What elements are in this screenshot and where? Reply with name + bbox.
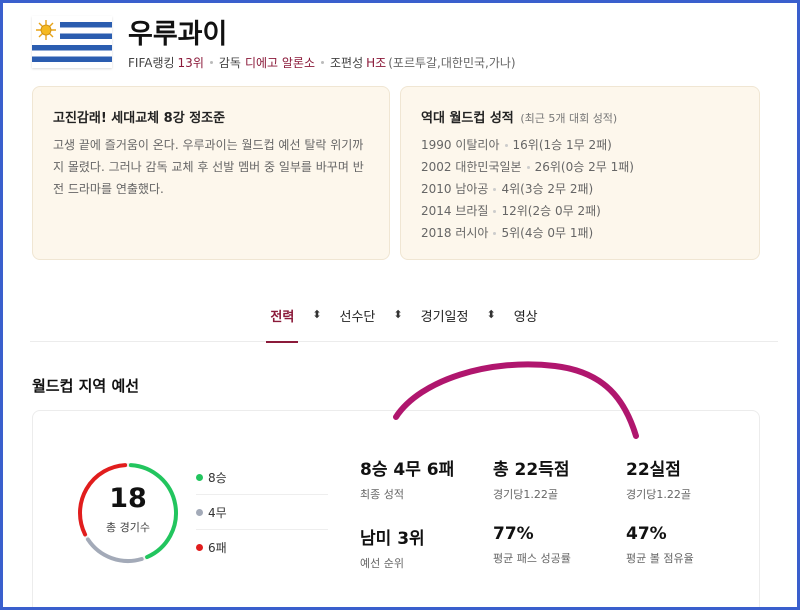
uruguay-flag (32, 16, 112, 68)
stat-label: 예선 순위 (360, 557, 404, 570)
win-dot-icon (196, 473, 203, 481)
history-subtitle: (최근 5개 대회 성적) (520, 112, 618, 125)
sun-of-may-icon (32, 16, 60, 44)
sort-arrows-icon: ⬍ (393, 308, 403, 321)
group-label: 조편성 (330, 56, 364, 70)
stat-value: 총 22득점 (493, 460, 570, 480)
draw-dot-icon (196, 508, 203, 516)
total-games-label: 총 경기수 (106, 521, 150, 534)
total-games-value: 18 (109, 483, 147, 514)
record-result: 4위(3승 2무 2패) (501, 182, 594, 196)
stat-value: 77% (493, 524, 534, 544)
record-event: 2002 대한민국일본 (421, 160, 522, 174)
stat-goals-against: 22실점 경기당1.22골 (626, 455, 746, 502)
group-name: H조 (366, 56, 387, 70)
record-event: 2010 남아공 (421, 182, 489, 196)
summary-card: 고진감래! 세대교체 8강 정조준 고생 끝에 즐거움이 온다. 우루과이는 월… (32, 86, 390, 260)
separator-dot (493, 187, 497, 191)
history-card: 역대 월드컵 성적 (최근 5개 대회 성적) 1990 이탈리아 16위(1승 … (400, 86, 760, 260)
legend-label: 8승 (208, 470, 227, 485)
tab-power[interactable]: 전력 (266, 306, 299, 343)
stat-value: 남미 3위 (360, 529, 425, 549)
stat-goals-for: 총 22득점 경기당1.22골 (493, 455, 613, 502)
separator-dot (493, 231, 497, 235)
history-heading: 역대 월드컵 성적 (최근 5개 대회 성적) (421, 107, 739, 126)
record-result: 16위(1승 1무 2패) (512, 138, 612, 152)
loss-dot-icon (196, 544, 203, 551)
tab-squad[interactable]: 선수단 (336, 306, 380, 342)
separator-dot (493, 209, 497, 213)
fifa-rank-value: 13위 (177, 56, 204, 70)
record-event: 1990 이탈리아 (421, 138, 500, 152)
stat-qualifier-rank: 남미 3위 예선 순위 (360, 524, 480, 571)
stat-pass-rate: 77% 평균 패스 성공률 (493, 524, 613, 566)
stat-final-record: 8승 4무 6패 최종 성적 (360, 455, 480, 502)
separator-dot (321, 61, 325, 64)
record-event: 2014 브라질 (421, 204, 489, 218)
separator-dot (209, 61, 213, 64)
history-title: 역대 월드컵 성적 (421, 111, 514, 126)
stat-value: 22실점 (626, 460, 681, 480)
tab-bar: 전력 ⬍ 선수단 ⬍ 경기일정 ⬍ 영상 (30, 306, 778, 343)
legend-label: 6패 (208, 541, 227, 555)
legend-wins: 8승 (196, 460, 328, 495)
summary-body: 고생 끝에 즐거움이 온다. 우루과이는 월드컵 예선 탈락 위기까지 몰렸다.… (53, 138, 364, 196)
history-record: 2010 남아공 4위(3승 2무 2패) (421, 178, 739, 200)
stat-label: 평균 패스 성공률 (493, 552, 571, 565)
team-meta: FIFA랭킹 13위 감독 디에고 알론소 조편성 H조 (포르투갈,대한민국,… (128, 54, 516, 71)
stat-label: 평균 볼 점유율 (626, 552, 694, 565)
history-record: 2018 러시아 5위(4승 0무 1패) (421, 222, 739, 244)
section-title: 월드컵 지역 예선 (32, 377, 140, 395)
fifa-rank-label: FIFA랭킹 (128, 56, 175, 70)
legend-label: 4무 (208, 505, 227, 520)
stat-label: 최종 성적 (360, 488, 404, 501)
sort-arrows-icon: ⬍ (312, 308, 322, 321)
record-legend: 8승 4무 6패 (196, 460, 328, 565)
record-result: 5위(4승 0무 1패) (501, 226, 594, 240)
legend-draws: 4무 (196, 495, 328, 530)
history-record: 2014 브라질 12위(2승 0무 2패) (421, 200, 739, 222)
record-event: 2018 러시아 (421, 226, 489, 240)
history-record: 1990 이탈리아 16위(1승 1무 2패) (421, 134, 739, 156)
separator-dot (526, 165, 530, 169)
sort-arrows-icon: ⬍ (486, 308, 496, 321)
record-result: 12위(2승 0무 2패) (501, 204, 601, 218)
record-result: 26위(0승 2무 1패) (534, 160, 634, 174)
group-members: (포르투갈,대한민국,가나) (388, 56, 516, 70)
stat-possession: 47% 평균 볼 점유율 (626, 524, 746, 566)
stat-label: 경기당1.22골 (493, 488, 558, 501)
annotation-scribble (393, 361, 639, 439)
coach-name-link[interactable]: 디에고 알론소 (245, 54, 315, 71)
stat-value: 8승 4무 6패 (360, 460, 455, 480)
stat-value: 47% (626, 524, 667, 544)
tab-schedule[interactable]: 경기일정 (417, 306, 473, 342)
coach-label: 감독 (218, 56, 241, 70)
history-record: 2002 대한민국일본 26위(0승 2무 1패) (421, 156, 739, 178)
separator-dot (504, 143, 508, 147)
stat-label: 경기당1.22골 (626, 488, 691, 501)
tab-video[interactable]: 영상 (510, 306, 542, 342)
summary-title: 고진감래! 세대교체 8강 정조준 (53, 111, 226, 126)
draw-arc (85, 537, 144, 563)
legend-losses: 6패 (196, 530, 328, 565)
team-title: 우루과이 (128, 19, 228, 50)
